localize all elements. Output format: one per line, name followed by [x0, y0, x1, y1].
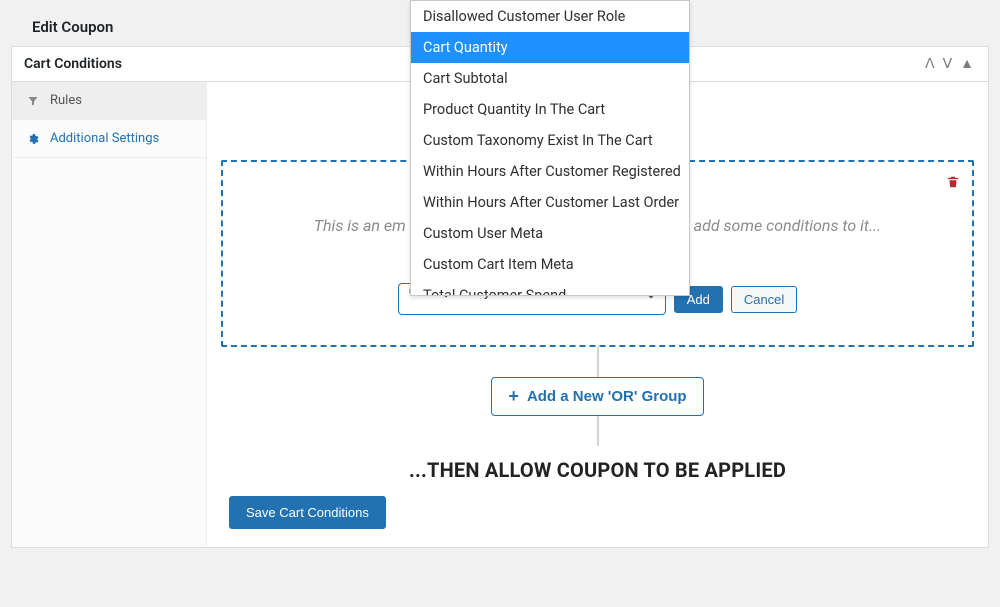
- trash-icon[interactable]: [946, 174, 960, 194]
- dropdown-option[interactable]: Total Customer Spend: [411, 280, 689, 296]
- sidebar-item-label: Additional Settings: [50, 131, 159, 146]
- dropdown-option[interactable]: Custom Taxonomy Exist In The Cart: [411, 125, 689, 156]
- panel-move-down[interactable]: ᐯ: [941, 55, 955, 73]
- cancel-condition-button[interactable]: Cancel: [731, 286, 797, 313]
- settings-sidebar: Rules Additional Settings: [12, 82, 207, 547]
- panel-move-up[interactable]: ᐱ: [923, 55, 937, 73]
- add-or-group-label: Add a New 'OR' Group: [527, 388, 687, 405]
- sidebar-item-rules[interactable]: Rules: [12, 82, 206, 120]
- connector-line: [597, 416, 599, 446]
- connector-line: [597, 347, 599, 377]
- dropdown-option[interactable]: Cart Subtotal: [411, 63, 689, 94]
- empty-text-suffix: add some conditions to it...: [694, 216, 882, 235]
- save-cart-conditions-button[interactable]: Save Cart Conditions: [229, 496, 386, 529]
- then-allow-text: ...THEN ALLOW COUPON TO BE APPLIED: [221, 458, 974, 482]
- dropdown-option[interactable]: Custom Cart Item Meta: [411, 249, 689, 280]
- empty-text-prefix: This is an em: [314, 216, 406, 235]
- plus-icon: +: [508, 386, 519, 407]
- dropdown-option[interactable]: Custom User Meta: [411, 218, 689, 249]
- dropdown-option[interactable]: Within Hours After Customer Last Order: [411, 187, 689, 218]
- panel-collapse[interactable]: ▲: [958, 55, 976, 73]
- sidebar-item-additional-settings[interactable]: Additional Settings: [12, 120, 206, 158]
- dropdown-option[interactable]: Product Quantity In The Cart: [411, 94, 689, 125]
- add-or-group-button[interactable]: + Add a New 'OR' Group: [491, 377, 703, 416]
- condition-type-dropdown[interactable]: Disallowed Customer User RoleCart Quanti…: [410, 0, 690, 296]
- gear-icon: [26, 133, 40, 145]
- dropdown-option[interactable]: Within Hours After Customer Registered: [411, 156, 689, 187]
- panel-title: Cart Conditions: [24, 56, 122, 72]
- dropdown-option[interactable]: Cart Quantity: [411, 32, 689, 63]
- dropdown-option[interactable]: Disallowed Customer User Role: [411, 1, 689, 32]
- sidebar-item-label: Rules: [50, 93, 82, 108]
- filter-icon: [26, 95, 40, 107]
